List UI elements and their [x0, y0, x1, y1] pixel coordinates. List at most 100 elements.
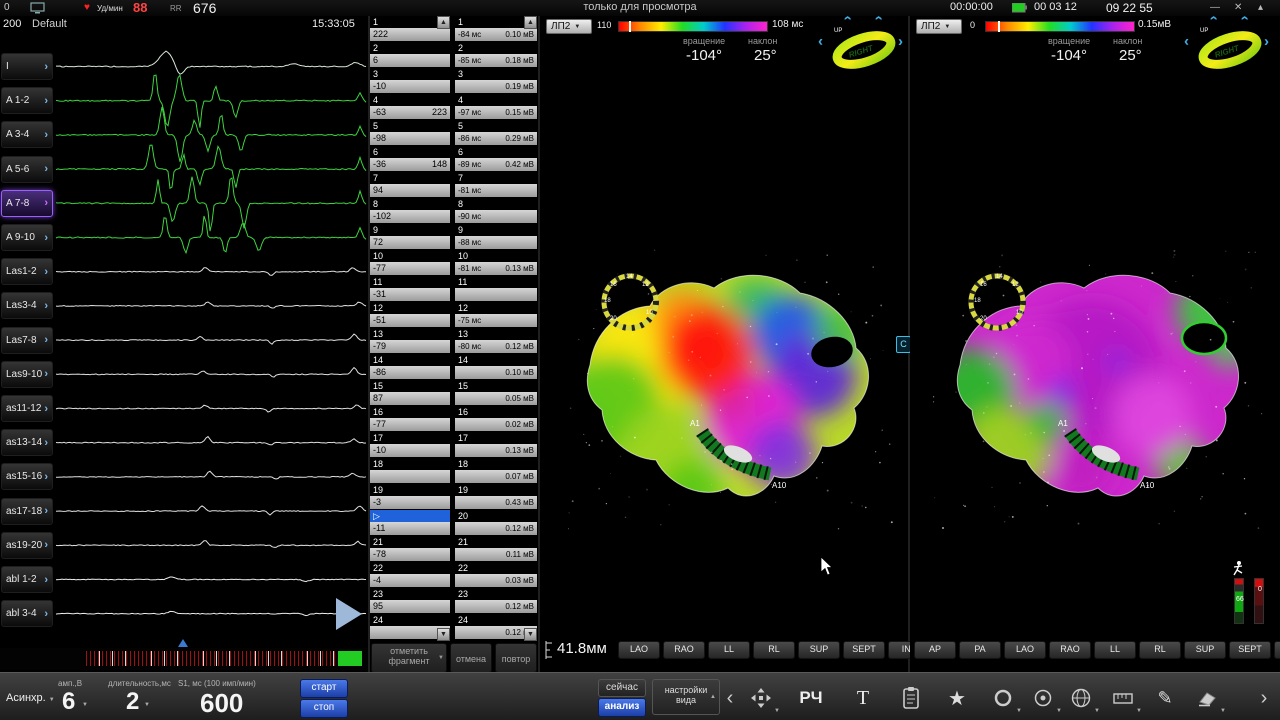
clipboard-button[interactable] [892, 680, 930, 716]
point-row-values[interactable]: 0.10 мВ [455, 366, 537, 379]
view-button-ll[interactable]: LL [1094, 641, 1136, 659]
stim-start-button[interactable]: старт [300, 679, 348, 698]
amp-value[interactable]: 6 [62, 688, 75, 716]
point-row-values[interactable]: -4 [370, 574, 450, 587]
map2-chamber-select[interactable]: ЛП2▼ [916, 19, 962, 34]
point-row-values[interactable]: -78 [370, 548, 450, 561]
point-row-values[interactable]: -98 [370, 132, 450, 145]
point-row-values[interactable]: -86 мс0.29 мВ [455, 132, 537, 145]
point-row-values[interactable]: -77 [370, 262, 450, 275]
view-button-lao[interactable]: LAO [1004, 641, 1046, 659]
point-row-values[interactable]: -90 мс [455, 210, 537, 223]
point-row-number[interactable]: 22 [370, 562, 450, 574]
view-button-ap[interactable]: AP [914, 641, 956, 659]
point-row-number[interactable]: 8 [455, 198, 537, 210]
point-row-number[interactable]: 2 [370, 42, 450, 54]
point-row-values[interactable]: -36148 [370, 158, 450, 171]
point-row-number[interactable]: 4 [370, 94, 450, 106]
rotate-up-icon[interactable]: › [1239, 16, 1251, 21]
point-row-number[interactable]: 3 [455, 68, 537, 80]
view-button-inf[interactable]: INF [1274, 641, 1280, 659]
view-button-sup[interactable]: SUP [1184, 641, 1226, 659]
point-row-values[interactable]: 222 [370, 28, 450, 41]
point-row-number[interactable]: 15 [455, 380, 537, 392]
caret-down-icon[interactable]: ▼ [82, 702, 88, 708]
channel-button-A3-4[interactable]: A 3-4› [1, 121, 53, 148]
point-row-number[interactable]: 23 [455, 588, 537, 600]
map2-orientation-dial[interactable]: RIGHT UP [1192, 20, 1268, 78]
point-row-values[interactable]: -75 мс [455, 314, 537, 327]
cancel-button[interactable]: отмена [450, 643, 492, 673]
map1-chamber-select[interactable]: ЛП2▼ [546, 19, 592, 34]
point-row-number[interactable]: 21 [370, 536, 450, 548]
point-row-number[interactable]: 24 [455, 614, 537, 626]
view-button-lao[interactable]: LAO [618, 641, 660, 659]
point-row-number[interactable]: 7 [370, 172, 450, 184]
channel-button-Las9-10[interactable]: Las9-10› [1, 361, 53, 388]
point-row-number[interactable]: 6 [455, 146, 537, 158]
timeline-strip[interactable] [0, 648, 368, 670]
rotate-left-icon[interactable]: › [1184, 36, 1189, 48]
point-row-values[interactable]: 0.43 мВ [455, 496, 537, 509]
now-button[interactable]: сейчас [598, 679, 646, 697]
caliper-button[interactable]: ▼ [1104, 680, 1142, 716]
point-row-values[interactable]: 95 [370, 600, 450, 613]
point-row-values[interactable] [455, 288, 537, 301]
channel-button-as11-12[interactable]: as11-12› [1, 395, 53, 422]
channel-button-as19-20[interactable]: as19-20› [1, 532, 53, 559]
text-annotation-button[interactable]: T [844, 680, 882, 716]
point-row-number[interactable]: 12 [370, 302, 450, 314]
map2-color-scale[interactable] [985, 21, 1135, 32]
point-row-values[interactable]: 0.03 мВ [455, 574, 537, 587]
stim-stop-button[interactable]: стоп [300, 699, 348, 718]
point-row-values[interactable]: -3 [370, 496, 450, 509]
point-row-values[interactable]: -77 [370, 418, 450, 431]
point-row-number[interactable]: 10 [455, 250, 537, 262]
point-row-values[interactable]: 87 [370, 392, 450, 405]
point-row-number[interactable]: 14 [455, 354, 537, 366]
point-row-number[interactable]: 13 [455, 328, 537, 340]
point-row-number[interactable]: 9 [455, 224, 537, 236]
view-button-rl[interactable]: RL [1139, 641, 1181, 659]
channel-button-A9-10[interactable]: A 9-10› [1, 224, 53, 251]
point-row-values[interactable]: 0.05 мВ [455, 392, 537, 405]
mark-fragment-button[interactable]: отметить фрагмент ▼ [371, 643, 447, 673]
view-button-pa[interactable]: PA [959, 641, 1001, 659]
rotate-up-icon[interactable]: › [842, 16, 854, 21]
close-icon[interactable]: ✕ [1234, 2, 1242, 13]
pan-tool-button[interactable]: ▼ [742, 680, 780, 716]
point-row-values[interactable]: -88 мс [455, 236, 537, 249]
rotate-up-icon[interactable]: › [1208, 16, 1220, 21]
map1-color-scale[interactable] [618, 21, 768, 32]
point-row-values[interactable]: -97 мс0.15 мВ [455, 106, 537, 119]
view-button-rl[interactable]: RL [753, 641, 795, 659]
rotate-right-icon[interactable]: › [1264, 36, 1269, 48]
point-row-values[interactable]: -51 [370, 314, 450, 327]
point-row-values[interactable]: -81 мс [455, 184, 537, 197]
point-row-values[interactable]: -10 [370, 444, 450, 457]
record-ring-button[interactable]: ▼ [984, 680, 1022, 716]
channel-button-as15-16[interactable]: as15-16› [1, 463, 53, 490]
point-row-number[interactable]: 18 [370, 458, 450, 470]
stim-mode-select[interactable]: Асинхр. ▼ [6, 692, 55, 704]
point-row-number[interactable]: 11 [455, 276, 537, 288]
point-row-values[interactable]: -84 мс0.10 мВ [455, 28, 537, 41]
point-row-number[interactable]: 13 [370, 328, 450, 340]
channel-button-I[interactable]: I› [1, 53, 53, 80]
point-row-number[interactable]: 3 [370, 68, 450, 80]
point-row-values[interactable]: -80 мс0.12 мВ [455, 340, 537, 353]
point-row-number[interactable]: 12 [455, 302, 537, 314]
point-row-values[interactable]: 0.12 мВ [455, 600, 537, 613]
point-row-values[interactable]: -10 [370, 80, 450, 93]
point-row-number[interactable]: 6 [370, 146, 450, 158]
s1-value[interactable]: 600 [200, 688, 243, 719]
rotate-left-icon[interactable]: › [818, 36, 823, 48]
point-row-number[interactable]: 5 [455, 120, 537, 132]
point-row-number[interactable]: 2 [455, 42, 537, 54]
duration-value[interactable]: 2 [126, 688, 139, 716]
channel-button-Las7-8[interactable]: Las7-8› [1, 327, 53, 354]
channel-button-A1-2[interactable]: A 1-2› [1, 87, 53, 114]
point-row-values[interactable]: -102 [370, 210, 450, 223]
point-row-number[interactable]: 5 [370, 120, 450, 132]
channel-button-as17-18[interactable]: as17-18› [1, 498, 53, 525]
